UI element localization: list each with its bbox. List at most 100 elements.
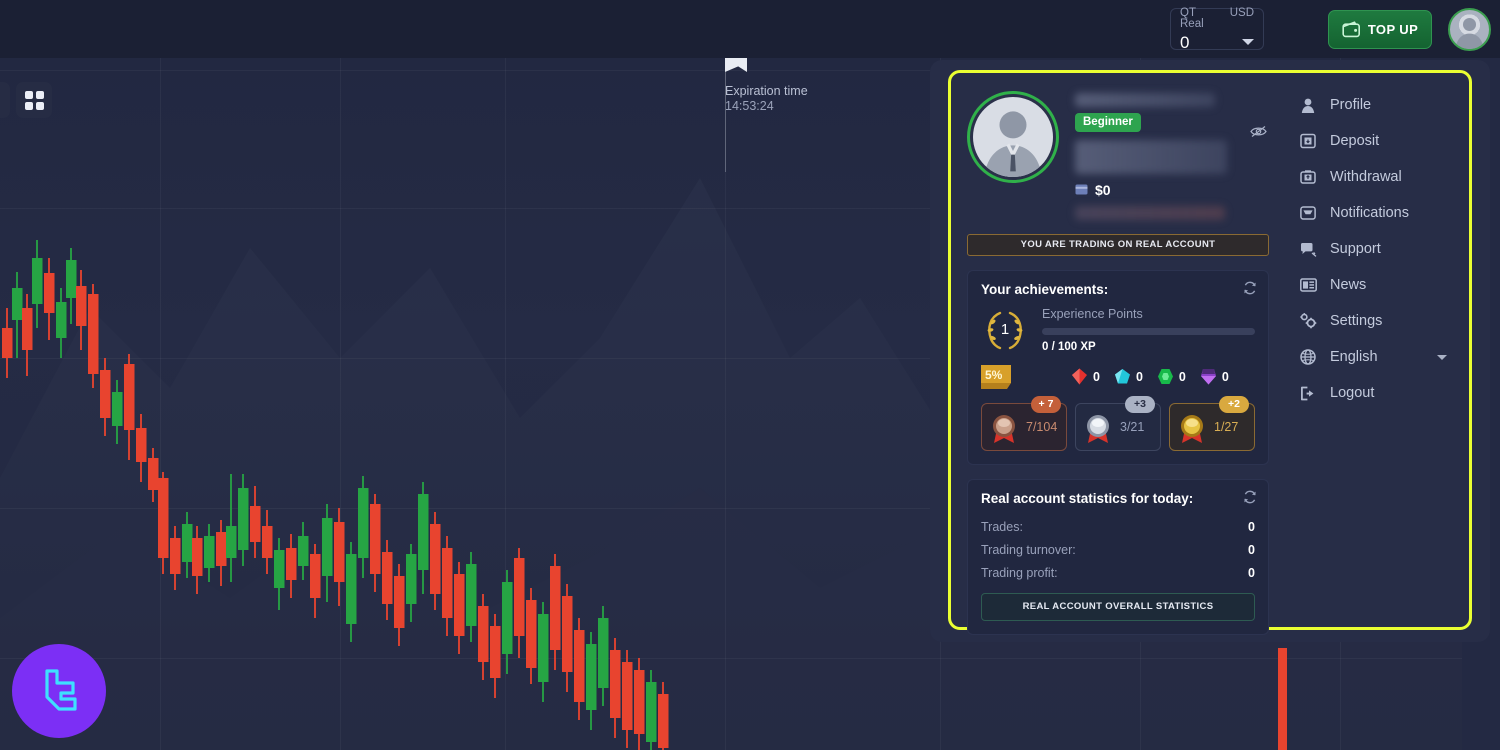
- flag-marker-icon: [725, 58, 747, 72]
- real-account-banner: YOU ARE TRADING ON REAL ACCOUNT: [967, 233, 1269, 256]
- menu-item-deposit[interactable]: Deposit: [1293, 123, 1467, 159]
- statistics-card: Real account statistics for today: Trade…: [967, 478, 1269, 635]
- silver-medal-count: 3/21: [1120, 419, 1145, 434]
- xp-column: Experience Points 0 / 100 XP: [1042, 307, 1255, 353]
- stat-key: Trades:: [981, 519, 1023, 534]
- gem-count: 0: [1221, 369, 1229, 384]
- profile-balance: $0: [1095, 181, 1111, 198]
- silver-medal[interactable]: 3/21 +3: [1075, 395, 1161, 451]
- logout-icon: [1299, 386, 1317, 401]
- menu-item-notifications[interactable]: Notifications: [1293, 195, 1467, 231]
- achievements-card: Your achievements: 1 Experience Points 0…: [967, 269, 1269, 465]
- gem-count: 0: [1135, 369, 1143, 384]
- menu-item-label: Withdrawal: [1330, 169, 1402, 185]
- profile-extra-blurred: [1075, 205, 1225, 220]
- menu-item-label: Profile: [1330, 97, 1372, 113]
- credit-card-icon: [1075, 184, 1088, 195]
- gem-item: 0: [1071, 368, 1100, 385]
- menu-item-label: News: [1330, 277, 1367, 293]
- level-wreath-icon: 1: [981, 308, 1029, 352]
- emerald-gem-icon: [1157, 369, 1173, 385]
- expiration-label: Expiration time: [725, 84, 808, 98]
- logo-glyph: [45, 669, 77, 711]
- level-value: 1: [1000, 321, 1010, 339]
- bronze-medal-count: 7/104: [1026, 419, 1058, 434]
- profile-name-blurred: [1075, 93, 1215, 107]
- bronze-medal-plus: + 7: [1031, 395, 1061, 413]
- discount-text: 5%: [985, 368, 1003, 382]
- grid-apps-icon: [24, 90, 44, 110]
- menu-item-support[interactable]: Support: [1293, 231, 1467, 267]
- menu-item-logout[interactable]: Logout: [1293, 375, 1467, 411]
- stat-value: 0: [1248, 542, 1255, 557]
- stat-value: 0: [1248, 565, 1255, 580]
- menu-item-settings[interactable]: Settings: [1293, 303, 1467, 339]
- medals-row: 7/104 + 7 3/21 +3 1/27 +2: [981, 395, 1255, 451]
- table-row: Trades: 0: [981, 520, 1255, 534]
- discount-glyph: 5%: [981, 364, 1011, 389]
- overall-statistics-button[interactable]: REAL ACCOUNT OVERALL STATISTICS: [981, 592, 1255, 621]
- menu-item-withdrawal[interactable]: Withdrawal: [1293, 159, 1467, 195]
- account-type-label: QT Real: [1180, 6, 1204, 30]
- brand-logo-icon[interactable]: [12, 644, 106, 738]
- refresh-glyph: [1244, 281, 1256, 294]
- table-row: Trading turnover: 0: [981, 543, 1255, 557]
- refresh-glyph: [1244, 490, 1256, 503]
- account-selector[interactable]: QT Real USD 0: [1170, 6, 1264, 52]
- withdrawal-icon: [1299, 169, 1317, 185]
- bronze-medal[interactable]: 7/104 + 7: [981, 395, 1067, 451]
- xp-row: 1 Experience Points 0 / 100 XP: [981, 307, 1255, 353]
- profile-info: Beginner $0: [1075, 91, 1271, 220]
- expiration-marker: Expiration time 14:53:24: [725, 58, 808, 172]
- gem-list: 0 0 0 0: [1071, 368, 1229, 385]
- menu-item-language[interactable]: English: [1293, 339, 1467, 375]
- menu-item-news[interactable]: News: [1293, 267, 1467, 303]
- gem-item: 0: [1157, 368, 1186, 385]
- chevron-down-icon[interactable]: [1437, 354, 1447, 360]
- gems-row: 5% 0 0 0 0: [981, 363, 1255, 391]
- stat-key: Trading profit:: [981, 565, 1058, 580]
- bronze-medal-icon: [993, 414, 1015, 443]
- menu-item-label: Notifications: [1330, 205, 1409, 221]
- wallet-icon: [1342, 21, 1360, 38]
- expiration-time: 14:53:24: [725, 99, 774, 114]
- menu-item-label: Deposit: [1330, 133, 1380, 149]
- menu-item-label: English: [1330, 349, 1378, 365]
- eye-slash-glyph: [1250, 126, 1267, 137]
- eye-hidden-icon[interactable]: [1250, 125, 1267, 143]
- xp-progress-bar: [1042, 327, 1255, 335]
- balance-row: $0: [1075, 182, 1271, 198]
- gem-item: 0: [1200, 368, 1229, 385]
- refresh-icon[interactable]: [1243, 490, 1257, 509]
- support-icon: [1299, 242, 1317, 257]
- apps-grid-button[interactable]: [16, 82, 52, 118]
- top-up-button[interactable]: TOP UP: [1328, 10, 1432, 49]
- settings-gear-icon: [1299, 313, 1317, 329]
- account-balance: 0: [1180, 32, 1190, 52]
- gold-medal-count: 1/27: [1214, 419, 1239, 434]
- profile-panel: Beginner $0 YOU ARE TRADING ON REAL ACCO…: [953, 75, 1467, 635]
- menu-item-profile[interactable]: Profile: [1293, 87, 1467, 123]
- gold-medal[interactable]: 1/27 +2: [1169, 395, 1255, 451]
- xp-label: Experience Points: [1042, 306, 1143, 321]
- account-currency-label: USD: [1229, 6, 1254, 19]
- gem-count: 0: [1178, 369, 1186, 384]
- top-up-label: TOP UP: [1367, 22, 1419, 37]
- chevron-down-icon[interactable]: [1242, 39, 1254, 45]
- menu-item-label: Support: [1330, 241, 1381, 257]
- topaz-gem-icon: [1114, 369, 1130, 384]
- gem-count: 0: [1093, 369, 1100, 384]
- profile-menu: Profile Deposit Withdrawal Notifications: [1283, 75, 1467, 625]
- stat-key: Trading turnover:: [981, 542, 1076, 557]
- status-badge: Beginner: [1075, 113, 1141, 132]
- profile-avatar[interactable]: [967, 91, 1059, 183]
- achievements-title: Your achievements:: [981, 281, 1109, 297]
- expiration-line: [725, 72, 726, 172]
- discount-badge-icon: 5%: [981, 363, 1015, 391]
- refresh-icon[interactable]: [1243, 281, 1257, 300]
- stat-value: 0: [1248, 519, 1255, 534]
- gem-item: 0: [1114, 368, 1143, 385]
- profile-panel-left: Beginner $0 YOU ARE TRADING ON REAL ACCO…: [953, 75, 1283, 635]
- left-toolbar-partial-button[interactable]: [0, 82, 10, 118]
- avatar[interactable]: [1448, 8, 1491, 51]
